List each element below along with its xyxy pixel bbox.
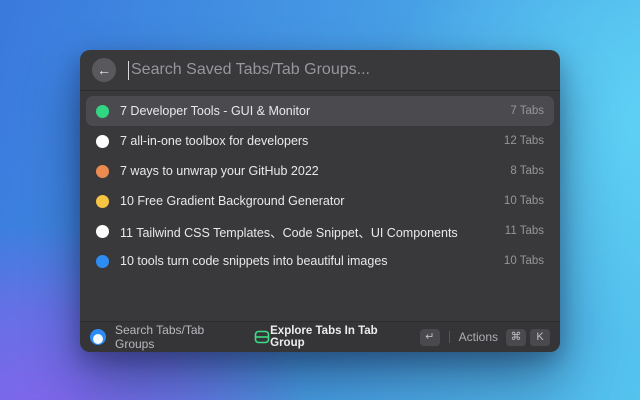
extension-app-icon: [90, 329, 106, 345]
list-item[interactable]: 10 tools turn code snippets into beautif…: [86, 246, 554, 276]
footer-bar: Search Tabs/Tab Groups Explore Tabs In T…: [80, 321, 560, 352]
tab-group-title: 7 ways to unwrap your GitHub 2022: [120, 164, 498, 178]
list-item[interactable]: 10 Free Gradient Background Generator 10 …: [86, 186, 554, 216]
footer-mode-label: Search Tabs/Tab Groups: [115, 323, 245, 351]
actions-label[interactable]: Actions: [459, 330, 498, 344]
tab-count: 7 Tabs: [510, 105, 544, 117]
tab-group-color-dot: [96, 255, 109, 268]
search-input[interactable]: [131, 61, 548, 79]
tab-group-color-dot: [96, 225, 109, 238]
tab-count: 10 Tabs: [504, 195, 544, 207]
search-tabs-modal: ← 7 Developer Tools - GUI & Monitor 7 Tab…: [80, 50, 560, 352]
tab-count: 12 Tabs: [504, 135, 544, 147]
tab-group-title: 11 Tailwind CSS Templates、Code Snippet、U…: [120, 222, 493, 241]
tab-group-title: 7 all-in-one toolbox for developers: [120, 134, 492, 148]
primary-action-label[interactable]: Explore Tabs In Tab Group: [270, 325, 412, 349]
text-caret: [128, 61, 129, 80]
enter-key-badge: ↵: [420, 329, 440, 346]
tab-group-color-dot: [96, 165, 109, 178]
k-key-badge: K: [530, 329, 550, 346]
search-bar: ←: [80, 50, 560, 91]
tab-group-title: 10 Free Gradient Background Generator: [120, 194, 492, 208]
tab-group-color-dot: [96, 135, 109, 148]
tab-group-list: 7 Developer Tools - GUI & Monitor7 Tabs7…: [80, 91, 560, 276]
cmd-key-badge: ⌘: [506, 329, 526, 346]
footer-divider: [449, 331, 450, 343]
tab-count: 8 Tabs: [510, 165, 544, 177]
list-item[interactable]: 7 Developer Tools - GUI & Monitor 7 Tabs: [86, 96, 554, 126]
list-item[interactable]: 7 all-in-one toolbox for developers 12 Ta…: [86, 126, 554, 156]
tab-group-title: 10 tools turn code snippets into beautif…: [120, 254, 492, 268]
list-item[interactable]: 7 ways to unwrap your GitHub 2022 8 Tabs: [86, 156, 554, 186]
footer-actions: Explore Tabs In Tab Group ↵ Actions ⌘ K: [270, 325, 550, 349]
tab-group-color-dot: [96, 195, 109, 208]
tab-count: 10 Tabs: [504, 255, 544, 267]
tab-group-icon: [254, 329, 270, 345]
tab-group-color-dot: [96, 105, 109, 118]
tab-count: 11 Tabs: [505, 225, 544, 237]
tab-group-title: 7 Developer Tools - GUI & Monitor: [120, 104, 498, 118]
back-button[interactable]: ←: [92, 58, 116, 82]
list-item[interactable]: 11 Tailwind CSS Templates、Code Snippet、U…: [86, 216, 554, 246]
